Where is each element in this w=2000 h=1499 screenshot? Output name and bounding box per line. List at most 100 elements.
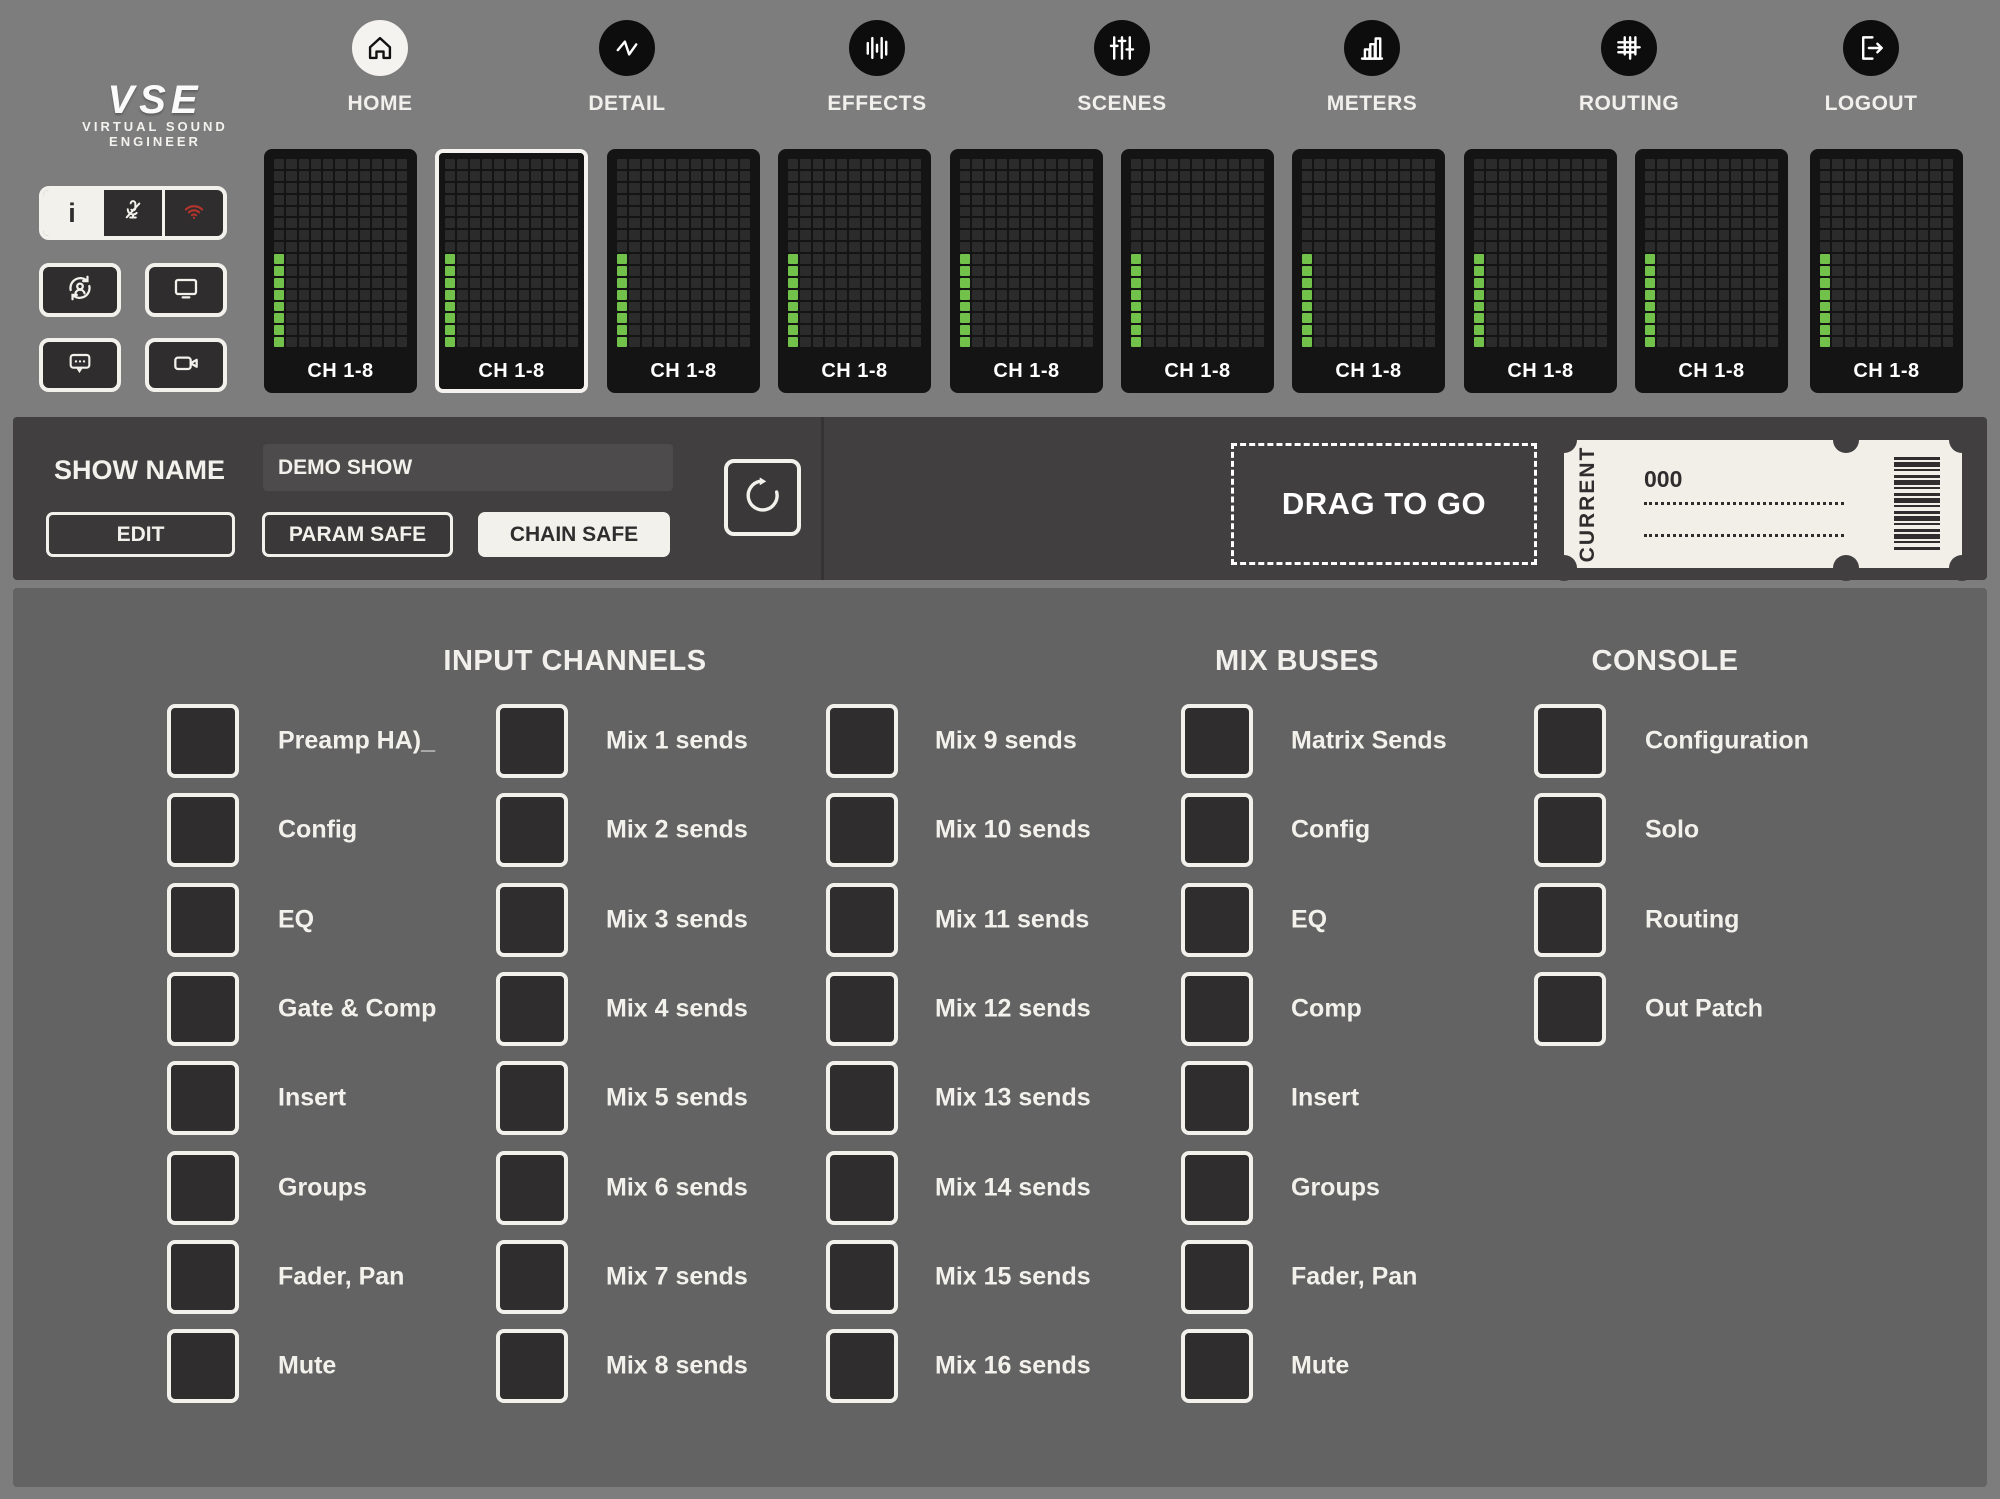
checkbox-label: Fader, Pan	[278, 1263, 404, 1292]
checkbox-eq[interactable]	[167, 883, 239, 957]
channel-meter-panel[interactable]: CH 1-8	[778, 149, 931, 393]
video-camera-icon	[170, 347, 202, 384]
checkbox-comp[interactable]	[1181, 972, 1253, 1046]
nav-item-routing[interactable]: ROUTING	[1539, 20, 1719, 116]
checkbox-mix-16-sends[interactable]	[826, 1329, 898, 1403]
chain-safe-button[interactable]: CHAIN SAFE	[478, 512, 670, 557]
checkbox-configuration[interactable]	[1534, 704, 1606, 778]
nav-label: METERS	[1282, 92, 1462, 116]
checkbox-mix-8-sends[interactable]	[496, 1329, 568, 1403]
led-meter-grid	[1814, 153, 1959, 353]
checkbox-mute[interactable]	[167, 1329, 239, 1403]
checkbox-label: Mute	[1291, 1352, 1349, 1381]
video-camera-button[interactable]	[145, 338, 227, 392]
checkbox-solo[interactable]	[1534, 793, 1606, 867]
nav-item-scenes[interactable]: SCENES	[1032, 20, 1212, 116]
mic-mute-toggle[interactable]	[101, 190, 162, 236]
meter-panel-label: CH 1-8	[1639, 353, 1784, 389]
checkbox-label: Mix 6 sends	[606, 1174, 748, 1203]
reset-button[interactable]	[724, 459, 801, 536]
channel-meter-panel[interactable]: CH 1-8	[1292, 149, 1445, 393]
equalizer-bar	[214, 66, 229, 76]
led-meter-grid	[439, 153, 584, 353]
display-button[interactable]	[145, 263, 227, 317]
checkbox-label: Matrix Sends	[1291, 727, 1447, 756]
checkbox-fader-pan[interactable]	[1181, 1240, 1253, 1314]
home-icon	[352, 20, 408, 76]
show-bar: SHOW NAME DEMO SHOW EDIT PARAM SAFE CHAI…	[13, 417, 1987, 580]
checkbox-groups[interactable]	[167, 1151, 239, 1225]
checkbox-routing[interactable]	[1534, 883, 1606, 957]
user-sync-button[interactable]	[39, 263, 121, 317]
nav-label: ROUTING	[1539, 92, 1719, 116]
channel-meter-panel[interactable]: CH 1-8	[607, 149, 760, 393]
checkbox-label: Mix 16 sends	[935, 1352, 1091, 1381]
checkbox-mix-14-sends[interactable]	[826, 1151, 898, 1225]
wifi-status-toggle[interactable]	[162, 190, 223, 236]
status-toggle-group: i	[39, 186, 227, 240]
checkbox-insert[interactable]	[167, 1061, 239, 1135]
checkbox-config[interactable]	[1181, 793, 1253, 867]
channel-meter-panel[interactable]: CH 1-8	[1635, 149, 1788, 393]
checkbox-label: Mix 10 sends	[935, 816, 1091, 845]
logout-icon	[1843, 20, 1899, 76]
checkbox-mix-6-sends[interactable]	[496, 1151, 568, 1225]
ticket-number: 000	[1644, 466, 1682, 493]
checkbox-config[interactable]	[167, 793, 239, 867]
drag-to-go-dropzone[interactable]: DRAG TO GO	[1231, 443, 1537, 565]
checkbox-mix-2-sends[interactable]	[496, 793, 568, 867]
info-label: i	[68, 198, 76, 229]
nav-label: LOGOUT	[1781, 92, 1961, 116]
channel-meter-panel[interactable]: CH 1-8	[950, 149, 1103, 393]
channel-meter-panel[interactable]: CH 1-8	[1464, 149, 1617, 393]
checkbox-mix-10-sends[interactable]	[826, 793, 898, 867]
checkbox-mix-15-sends[interactable]	[826, 1240, 898, 1314]
nav-item-detail[interactable]: DETAIL	[537, 20, 717, 116]
checkbox-label: Insert	[1291, 1084, 1359, 1113]
checkbox-fader-pan[interactable]	[167, 1240, 239, 1314]
checkbox-out-patch[interactable]	[1534, 972, 1606, 1046]
nav-item-meters[interactable]: METERS	[1282, 20, 1462, 116]
user-sync-icon	[64, 272, 96, 309]
channel-meter-panel[interactable]: CH 1-8	[1121, 149, 1274, 393]
checkbox-label: Groups	[278, 1174, 367, 1203]
checkbox-mute[interactable]	[1181, 1329, 1253, 1403]
checkbox-matrix-sends[interactable]	[1181, 704, 1253, 778]
show-bar-divider	[821, 417, 824, 580]
checkbox-mix-13-sends[interactable]	[826, 1061, 898, 1135]
current-scene-ticket[interactable]: CURRENT 000	[1564, 440, 1962, 568]
led-meter-grid	[611, 153, 756, 353]
section-title-console: CONSOLE	[1405, 645, 1925, 678]
edit-button[interactable]: EDIT	[46, 512, 235, 557]
meter-panel-label: CH 1-8	[1814, 353, 1959, 389]
show-name-input[interactable]: DEMO SHOW	[263, 444, 673, 491]
param-safe-button[interactable]: PARAM SAFE	[262, 512, 453, 557]
nav-label: HOME	[290, 92, 470, 116]
checkbox-mix-12-sends[interactable]	[826, 972, 898, 1046]
nav-item-home[interactable]: HOME	[290, 20, 470, 116]
channel-meter-panel[interactable]: CH 1-8	[264, 149, 417, 393]
display-icon	[170, 272, 202, 309]
show-name-label: SHOW NAME	[54, 455, 225, 486]
checkbox-mix-7-sends[interactable]	[496, 1240, 568, 1314]
checkbox-insert[interactable]	[1181, 1061, 1253, 1135]
checkbox-mix-11-sends[interactable]	[826, 883, 898, 957]
checkbox-mix-3-sends[interactable]	[496, 883, 568, 957]
checkbox-mix-1-sends[interactable]	[496, 704, 568, 778]
checkbox-mix-5-sends[interactable]	[496, 1061, 568, 1135]
info-toggle[interactable]: i	[43, 190, 101, 236]
checkbox-eq[interactable]	[1181, 883, 1253, 957]
checkbox-mix-9-sends[interactable]	[826, 704, 898, 778]
nav-item-effects[interactable]: EFFECTS	[787, 20, 967, 116]
checkbox-mix-4-sends[interactable]	[496, 972, 568, 1046]
checkbox-groups[interactable]	[1181, 1151, 1253, 1225]
channel-meter-panel[interactable]: CH 1-8	[435, 149, 588, 393]
checkbox-label: Configuration	[1645, 727, 1809, 756]
channel-meter-panel[interactable]: CH 1-8	[1810, 149, 1963, 393]
checkbox-gate-comp[interactable]	[167, 972, 239, 1046]
checkbox-label: Mix 11 sends	[935, 906, 1089, 935]
nav-item-logout[interactable]: LOGOUT	[1781, 20, 1961, 116]
chat-button[interactable]	[39, 338, 121, 392]
checkbox-preamp-ha[interactable]	[167, 704, 239, 778]
vse-logo: VSE VIRTUAL SOUND ENGINEER	[50, 14, 260, 150]
